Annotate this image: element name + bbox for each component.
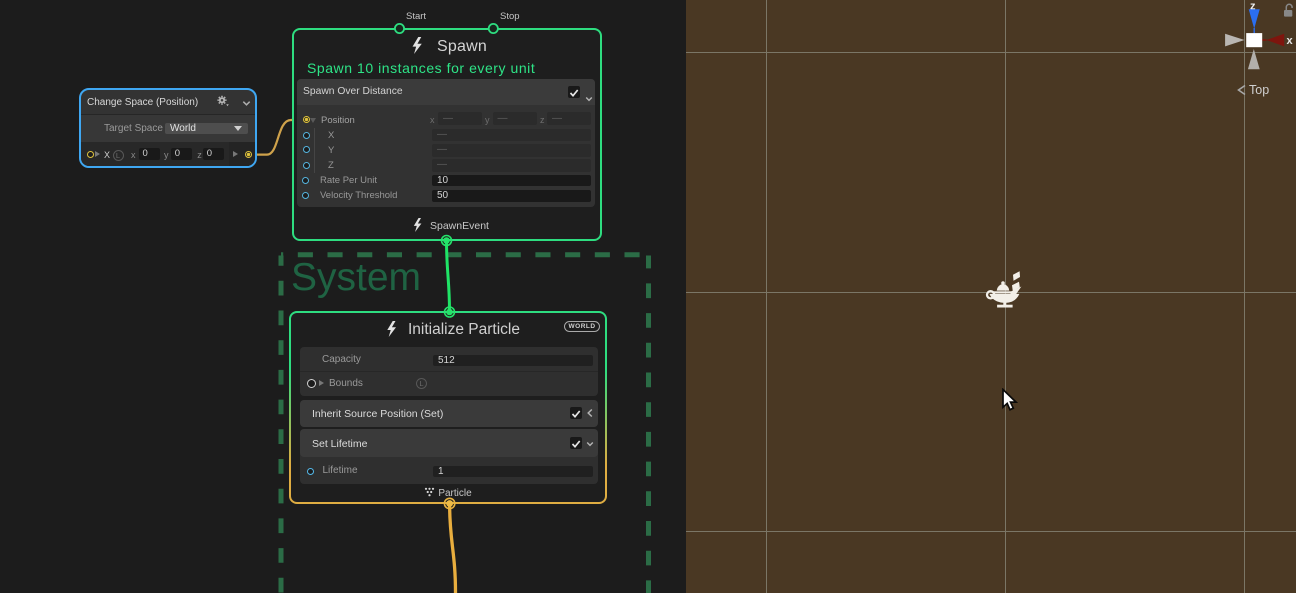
svg-text:x: x <box>1287 35 1294 47</box>
